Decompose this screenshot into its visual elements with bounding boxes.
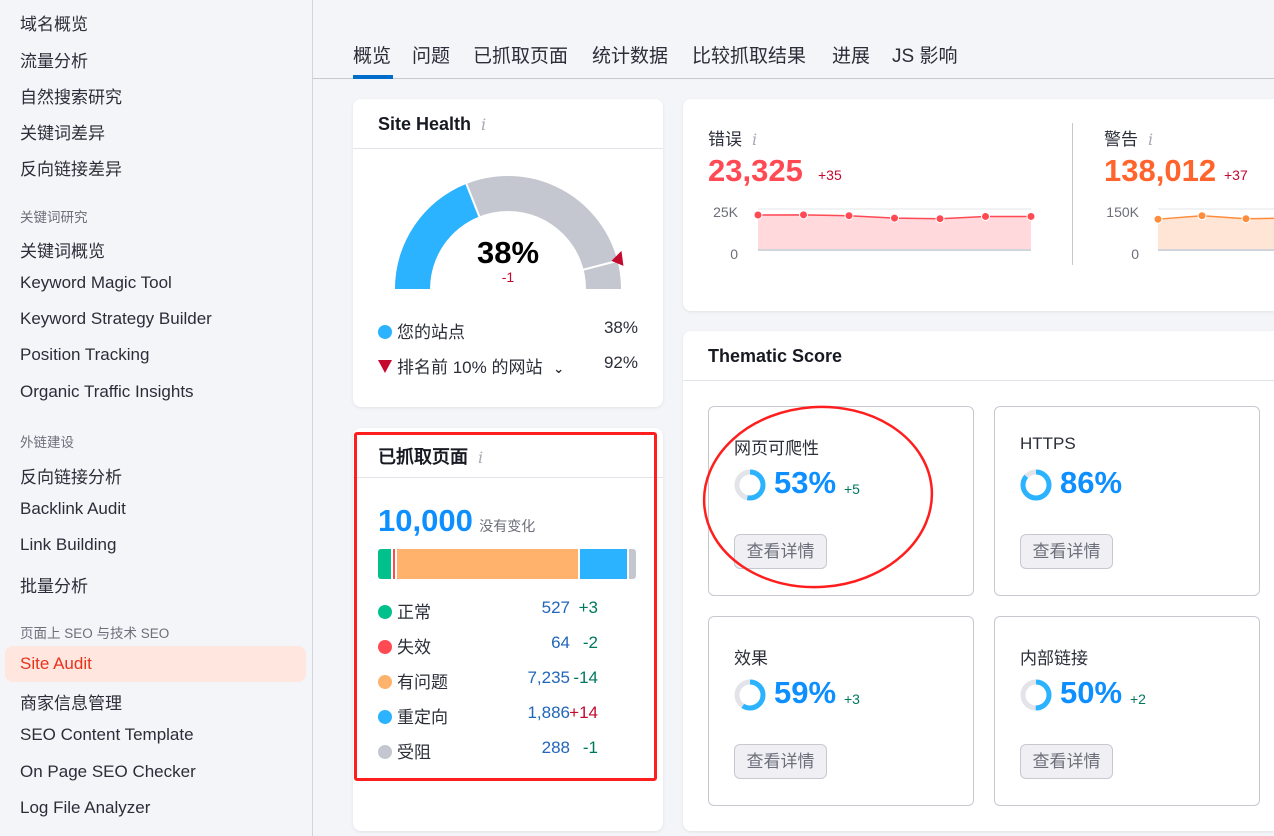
red-highlight-box [354,432,657,781]
tab-js-impact[interactable]: JS 影响 [892,41,957,68]
errors-delta: +35 [818,167,842,183]
thematic-score-value: 59% [774,675,837,710]
sidebar-item-site-audit[interactable]: Site Audit [5,646,306,682]
red-highlight-ellipse [702,405,934,589]
warnings-delta: +37 [1224,167,1248,183]
warnings-label: 警告 i [1104,125,1153,150]
errors-trend-chart [753,208,1036,251]
sidebar-item-domain-overview[interactable]: 域名概览 [20,10,88,35]
errors-label-text: 错误 [708,130,742,149]
legend-top10-value: 92% [603,353,638,372]
active-tab-indicator [353,75,393,79]
thematic-score-value: 86% [1060,465,1123,500]
warnings-label-text: 警告 [1104,130,1138,149]
sidebar-item-log-file-analyzer[interactable]: Log File Analyzer [20,798,150,818]
sidebar-item-listing-management[interactable]: 商家信息管理 [20,689,122,714]
tab-compare-crawls[interactable]: 比较抓取结果 [692,41,806,68]
sidebar-item-organic-research[interactable]: 自然搜索研究 [20,83,122,108]
info-icon[interactable]: i [752,130,757,149]
legend-your-site: 您的站点 38% [378,318,638,343]
sidebar-section-onpage-seo: 页面上 SEO 与技术 SEO [20,626,170,641]
sidebar-item-keyword-overview[interactable]: 关键词概览 [20,237,105,262]
thematic-score-box: HTTPS 86% 查看详情 [994,406,1260,596]
chart-point[interactable] [844,211,854,221]
tab-progress[interactable]: 进展 [832,41,870,68]
sidebar-section-keyword-research: 关键词研究 [20,210,88,225]
thematic-score-box: 效果 59% +3 查看详情 [708,616,974,806]
info-icon[interactable]: i [481,115,486,134]
score-ring-icon [1020,469,1052,501]
sidebar-item-link-building[interactable]: Link Building [20,535,116,555]
thematic-score-label: HTTPS [1020,434,1076,453]
chart-point[interactable] [1026,211,1036,221]
chart-point[interactable] [981,211,990,221]
sidebar-item-seo-content-template[interactable]: SEO Content Template [20,725,194,745]
view-details-button[interactable]: 查看详情 [1020,744,1113,779]
sidebar-item-backlink-analytics[interactable]: 反向链接分析 [20,463,122,488]
legend-top10[interactable]: 排名前 10% 的网站 ⌄ 92% [378,353,638,378]
tab-crawled-pages[interactable]: 已抓取页面 [473,41,568,68]
warnings-axis-min: 0 [1131,246,1139,262]
view-details-button[interactable]: 查看详情 [734,744,827,779]
chevron-down-icon[interactable]: ⌄ [553,361,564,376]
warnings-trend-chart [1153,208,1274,251]
site-health-header: Site Health i [353,99,663,149]
legend-your-site-label: 您的站点 [397,323,465,342]
chart-point[interactable] [1241,214,1251,224]
thematic-score-label: 内部链接 [1020,649,1088,668]
blue-dot-icon [378,325,392,339]
thematic-score-header: Thematic Score [683,331,1274,381]
chart-point[interactable] [1197,211,1207,221]
divider [1072,123,1073,265]
site-health-delta: -1 [501,269,515,285]
sidebar-item-on-page-seo-checker[interactable]: On Page SEO Checker [20,762,196,782]
chart-point[interactable] [799,210,808,220]
tab-overview[interactable]: 概览 [353,41,391,68]
site-health-card: Site Health i 38% -1 您的站点 38% 排名前 10% 的网站… [353,99,663,407]
errors-label: 错误 i [708,125,757,150]
issues-summary-card: 错误 i 23,325 +35 25K 0 警告 i 138,012 +37 150… [683,99,1274,311]
sidebar-item-position-tracking[interactable]: Position Tracking [20,345,149,365]
triangle-down-icon [378,360,392,373]
sidebar-item-keyword-magic-tool[interactable]: Keyword Magic Tool [20,273,172,293]
site-health-title: Site Health i [378,114,486,135]
site-health-title-text: Site Health [378,114,472,134]
sidebar-item-backlink-gap[interactable]: 反向链接差异 [20,155,122,180]
view-details-button[interactable]: 查看详情 [1020,534,1113,569]
thematic-score-title: Thematic Score [708,346,843,366]
sidebar-item-organic-traffic-insights[interactable]: Organic Traffic Insights [20,382,194,402]
thematic-score-value: 50% [1060,675,1123,710]
chart-area [1158,215,1274,250]
sidebar-item-keyword-strategy-builder[interactable]: Keyword Strategy Builder [20,309,212,329]
tab-statistics[interactable]: 统计数据 [592,41,668,68]
legend-top10-label: 排名前 10% 的网站 [397,358,543,377]
sidebar: 域名概览 流量分析 自然搜索研究 关键词差异 反向链接差异 关键词研究 关键词概… [0,0,313,836]
warnings-value[interactable]: 138,012 [1104,153,1216,189]
sidebar-section-link-building: 外链建设 [20,435,74,450]
chart-point[interactable] [890,213,899,223]
site-health-value: 38% [476,235,540,270]
sidebar-item-site-audit-label: Site Audit [20,654,92,673]
sidebar-item-traffic-analytics[interactable]: 流量分析 [20,47,88,72]
thematic-score-box: 内部链接 50% +2 查看详情 [994,616,1260,806]
errors-value[interactable]: 23,325 [708,153,803,189]
thematic-score-label: 效果 [734,649,768,668]
sidebar-item-keyword-gap[interactable]: 关键词差异 [20,119,105,144]
errors-axis-min: 0 [730,246,738,262]
sidebar-item-bulk-analysis[interactable]: 批量分析 [20,572,88,597]
legend-your-site-value: 38% [603,318,638,337]
chart-point[interactable] [935,214,945,224]
tab-issues[interactable]: 问题 [412,41,450,68]
warnings-axis-max: 150K [1106,204,1139,220]
info-icon[interactable]: i [1148,130,1153,149]
score-ring-icon [1020,679,1052,711]
score-ring-icon [734,679,766,711]
errors-axis-max: 25K [713,204,738,220]
chart-point[interactable] [753,210,763,220]
sidebar-item-backlink-audit[interactable]: Backlink Audit [20,499,126,519]
chart-point[interactable] [1153,214,1163,224]
thematic-score-delta: +2 [1130,691,1146,707]
thematic-score-delta: +3 [844,691,860,707]
